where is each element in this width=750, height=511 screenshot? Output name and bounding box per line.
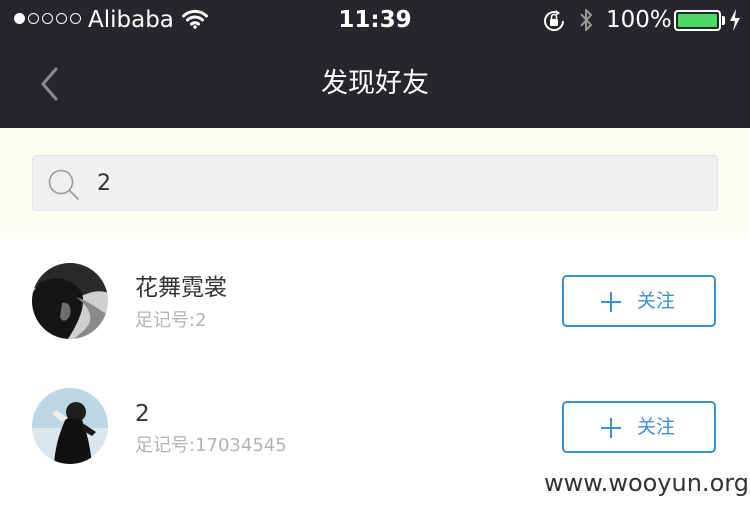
- page-title: 发现好友: [321, 68, 429, 99]
- plus-icon: [600, 417, 622, 443]
- search-query: 2: [97, 171, 111, 196]
- charging-bolt-icon: [729, 9, 741, 35]
- top-bar: Alibaba 11:39 100% 发现好友: [0, 0, 750, 128]
- avatar: [32, 388, 108, 464]
- avatar: [32, 263, 108, 339]
- user-name: 花舞霓裳: [135, 275, 227, 301]
- user-id: 足记号:2: [135, 310, 207, 331]
- follow-label: 关注: [637, 416, 676, 438]
- watermark: www.wooyun.org: [544, 469, 749, 497]
- search-area: 2: [0, 128, 750, 238]
- battery-level-fill: [678, 14, 717, 27]
- follow-button[interactable]: 关注: [562, 275, 716, 327]
- status-bar: Alibaba 11:39 100%: [0, 0, 750, 40]
- follow-label: 关注: [637, 290, 676, 312]
- battery-nub: [722, 16, 725, 25]
- orientation-lock-icon: [541, 8, 567, 38]
- battery-percent: 100%: [606, 7, 672, 33]
- bluetooth-icon: [578, 6, 594, 38]
- follow-button[interactable]: 关注: [562, 401, 716, 453]
- plus-icon: [600, 291, 622, 317]
- search-icon: [47, 168, 81, 206]
- user-id: 足记号:17034545: [135, 435, 287, 456]
- search-input[interactable]: 2: [32, 155, 718, 211]
- list-item[interactable]: 花舞霓裳 足记号:2 关注: [0, 240, 750, 360]
- battery-icon: [674, 10, 721, 31]
- user-name: 2: [135, 401, 150, 427]
